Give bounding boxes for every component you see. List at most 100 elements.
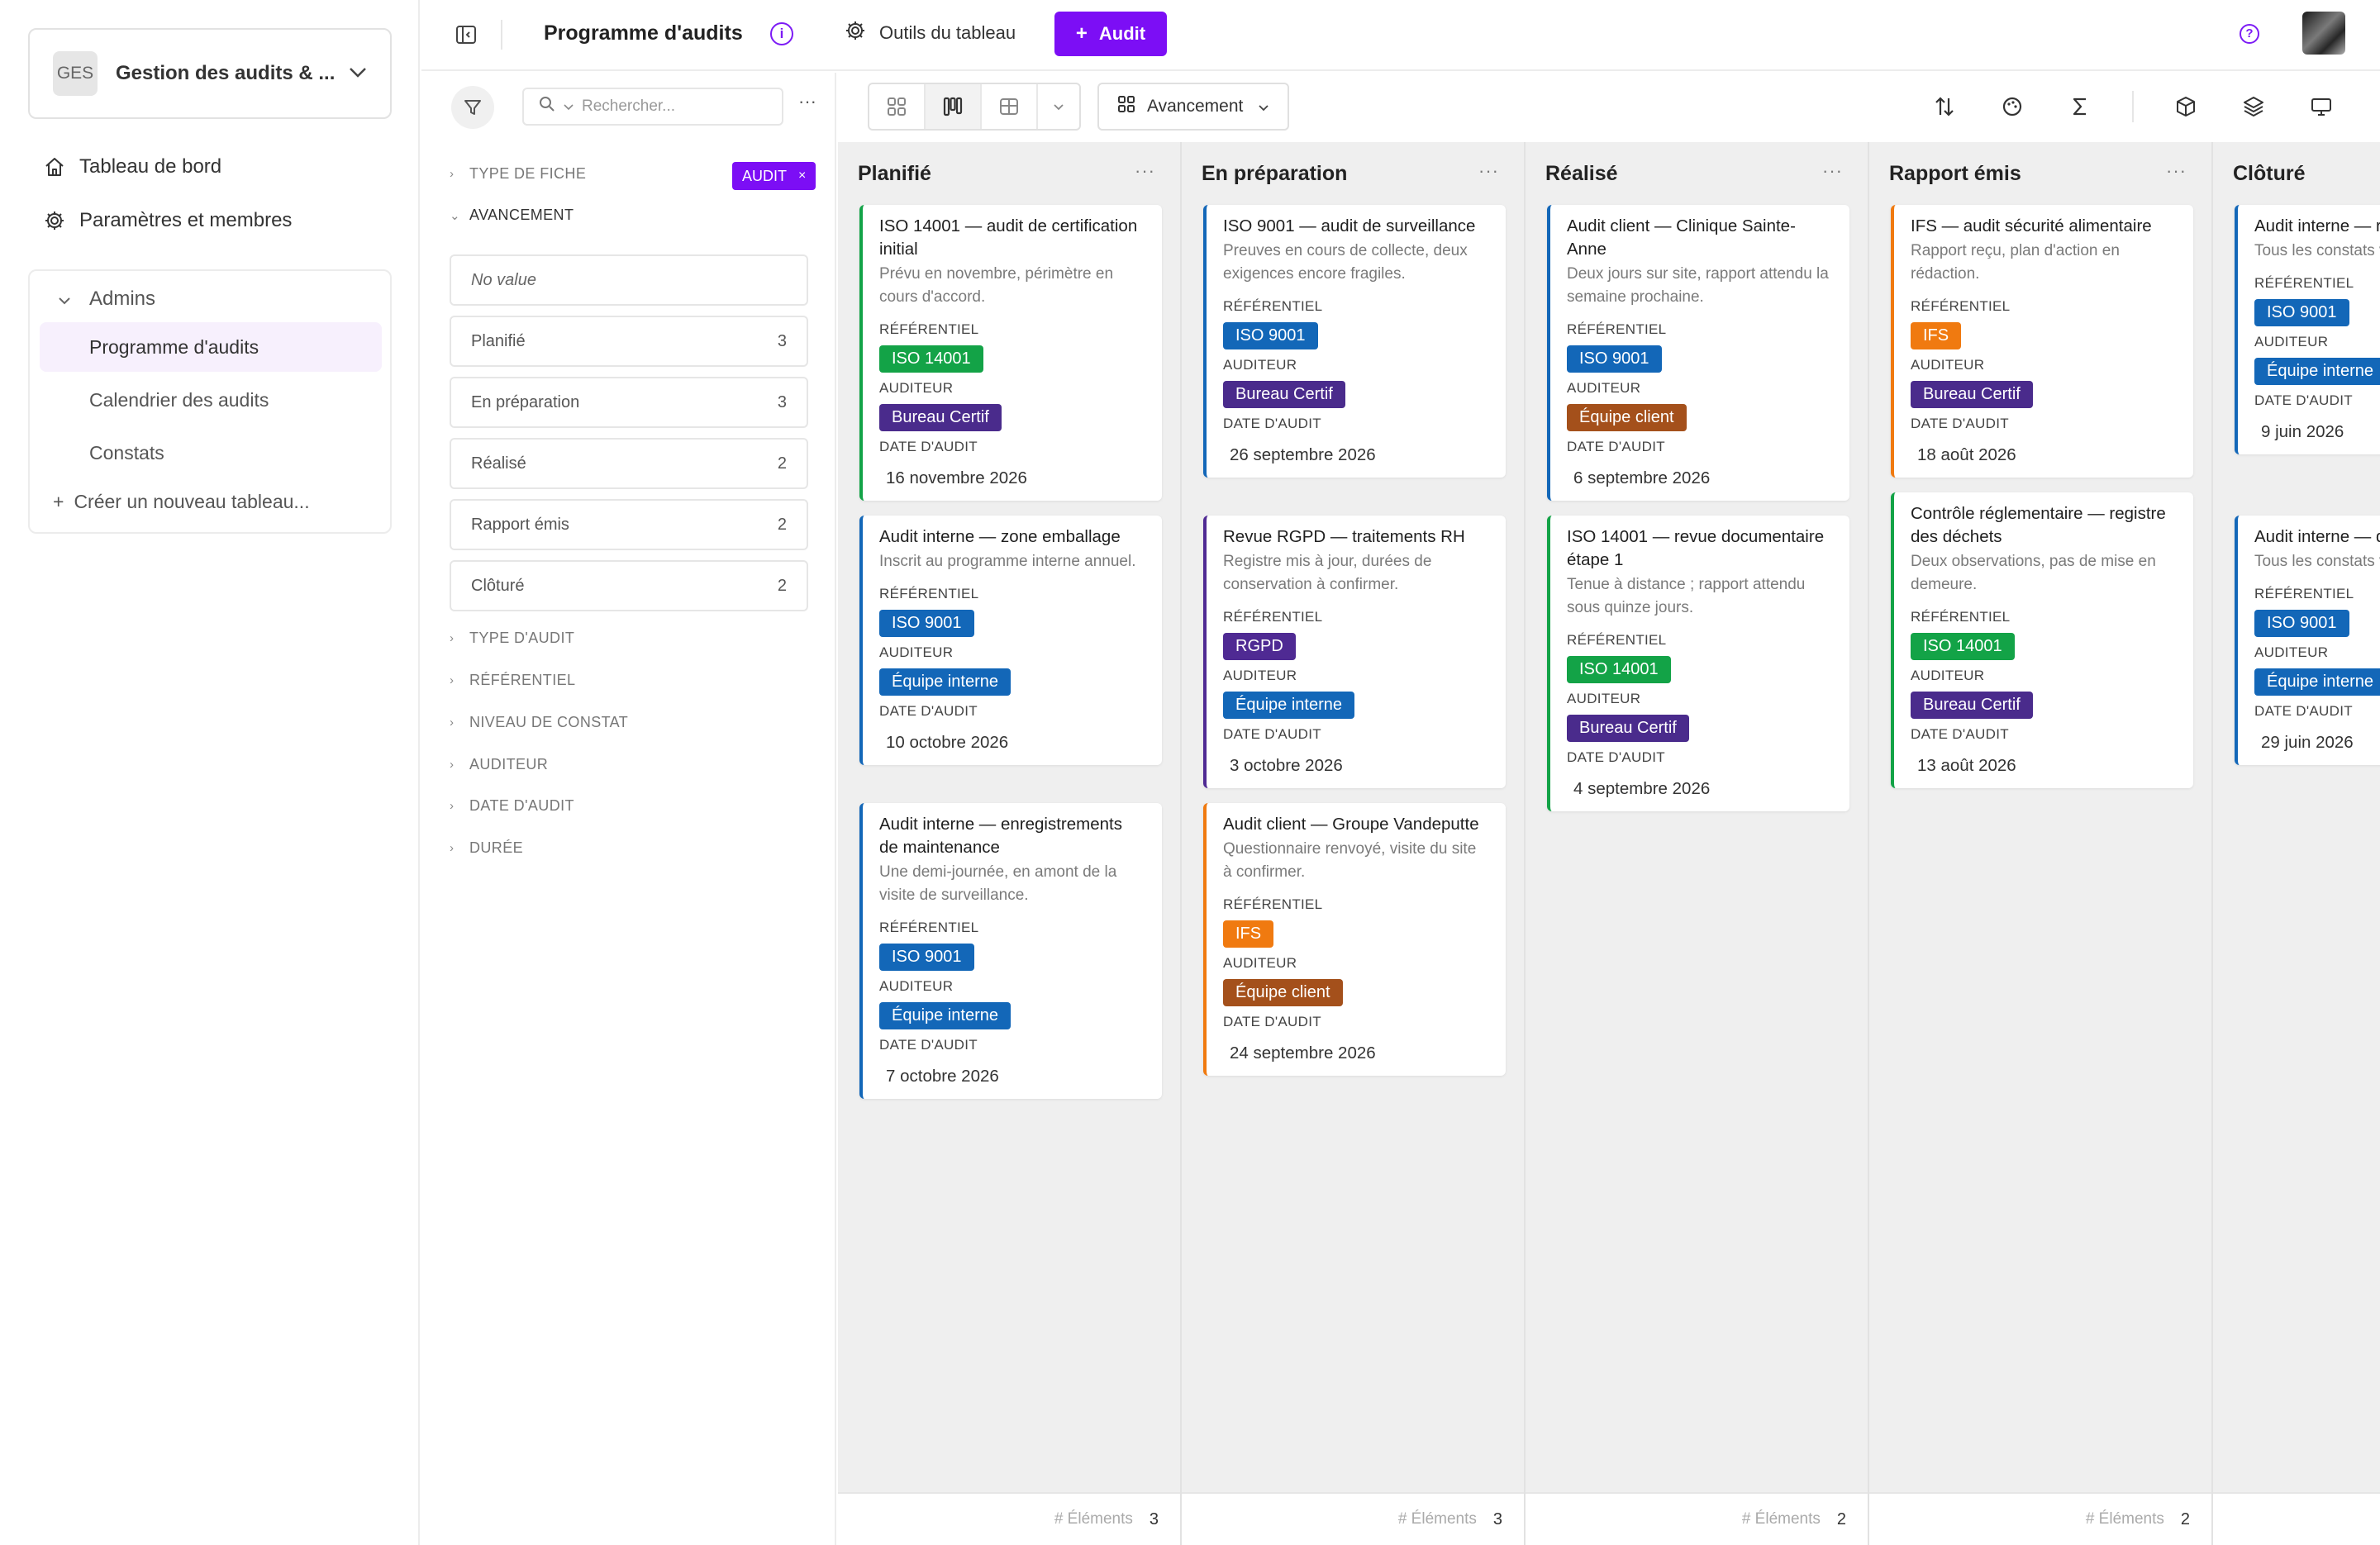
sidebar-toggle-icon[interactable] — [455, 23, 479, 48]
monitor-icon[interactable] — [2307, 93, 2335, 121]
nav-settings[interactable]: Paramètres et membres — [41, 207, 292, 234]
card-description: Deux observations, pas de mise en demeur… — [1911, 553, 2156, 593]
filter-icon[interactable] — [451, 86, 494, 129]
filter-section-date[interactable]: › DATE D'AUDIT — [450, 797, 574, 815]
column-more-menu[interactable]: ··· — [1135, 160, 1155, 182]
audit-card[interactable]: ISO 14001 — audit de certification initi… — [859, 205, 1162, 501]
filter-option[interactable]: Réalisé 2 — [450, 438, 808, 489]
filter-option[interactable]: Clôturé 2 — [450, 560, 808, 611]
filter-option[interactable]: Rapport émis 2 — [450, 499, 808, 550]
filter-section-auditeur[interactable]: › AUDITEUR — [450, 756, 548, 773]
board-toolbar: Avancement — [838, 73, 2380, 142]
card-description: Preuves en cours de collecte, deux exige… — [1223, 242, 1468, 283]
kanban-column: En préparation ··· # Éléments 3 ISO 9001 — a… — [1182, 142, 1526, 1545]
search-input[interactable]: Rechercher... — [522, 88, 783, 126]
add-audit-button[interactable]: + Audit — [1054, 12, 1167, 56]
column-more-menu[interactable]: ··· — [1822, 160, 1843, 182]
board-group: Admins Programme d'audits Calendrier des… — [28, 269, 392, 534]
date-label: DATE D'AUDIT — [1567, 749, 1665, 765]
board-item-constats[interactable]: Constats — [40, 428, 382, 478]
audit-date: 9 juin 2026 — [2261, 422, 2344, 441]
help-icon[interactable]: ? — [2240, 24, 2259, 44]
group-by-select[interactable]: Avancement — [1097, 83, 1290, 131]
audit-card[interactable]: Audit interne — zone emballage Inscrit au… — [859, 516, 1162, 765]
audit-date: 7 octobre 2026 — [886, 1067, 999, 1086]
column-more-menu[interactable]: ··· — [1478, 160, 1499, 182]
card-title: Audit client — Clinique Sainte-Anne — [1567, 216, 1796, 259]
active-filter-label: AUDIT — [742, 167, 787, 184]
group-header[interactable]: Admins — [58, 288, 155, 311]
referentiel-label: RÉFÉRENTIEL — [1223, 896, 1323, 912]
card-title: ISO 14001 — revue documentaire étape 1 — [1567, 527, 1825, 569]
audit-card[interactable]: Audit client — Clinique Sainte-Anne Deux … — [1547, 205, 1849, 501]
layers-icon[interactable] — [2240, 93, 2268, 121]
referentiel-label: RÉFÉRENTIEL — [1567, 632, 1667, 648]
group-by-icon — [1117, 95, 1135, 118]
audit-card[interactable]: Audit interne — documentaire Tous les con… — [2235, 516, 2380, 765]
filter-option[interactable]: No value — [450, 254, 808, 306]
table-view-icon[interactable] — [982, 84, 1038, 129]
filter-section-avancement[interactable]: ⌄ AVANCEMENT — [450, 207, 574, 224]
audit-date: 24 septembre 2026 — [1230, 1043, 1376, 1062]
referentiel-badge: ISO 9001 — [1223, 322, 1318, 349]
kanban-view-icon[interactable] — [926, 84, 982, 129]
workspace-avatar: GES — [53, 51, 98, 96]
board-item-calendrier[interactable]: Calendrier des audits — [40, 375, 382, 425]
chevron-down-icon[interactable] — [1038, 84, 1079, 129]
elements-count: 2 — [2180, 1509, 2190, 1528]
filter-section-referentiel[interactable]: › RÉFÉRENTIEL — [450, 672, 575, 689]
audit-card[interactable]: Revue RGPD — traitements RH Registre mis … — [1203, 516, 1506, 788]
filter-option[interactable]: En préparation 3 — [450, 377, 808, 428]
board-tools-button[interactable]: Outils du tableau — [845, 20, 1016, 46]
filter-section-duree[interactable]: › DURÉE — [450, 839, 523, 857]
audit-card[interactable]: Contrôle réglementaire — registre des dé… — [1891, 492, 2193, 788]
elements-count: 3 — [1149, 1509, 1159, 1528]
audit-card[interactable]: ISO 9001 — audit de surveillance Preuves … — [1203, 205, 1506, 478]
active-filter-tag[interactable]: AUDIT × — [732, 162, 816, 190]
filter-section-type-fiche[interactable]: › TYPE DE FICHE — [450, 165, 586, 183]
close-icon[interactable]: × — [798, 169, 806, 183]
sort-icon[interactable] — [1930, 93, 1959, 121]
filter-section-label: AVANCEMENT — [469, 207, 574, 223]
referentiel-badge: IFS — [1223, 920, 1274, 948]
filter-section-niveau[interactable]: › NIVEAU DE CONSTAT — [450, 714, 628, 731]
column-more-menu[interactable]: ··· — [2166, 160, 2187, 182]
card-description: Deux jours sur site, rapport attendu la … — [1567, 265, 1829, 306]
create-board-link[interactable]: + Créer un nouveau tableau... — [53, 491, 310, 513]
auditeur-label: AUDITEUR — [1567, 691, 1641, 706]
filter-option[interactable]: Planifié 3 — [450, 316, 808, 367]
filter-option-count: 2 — [777, 576, 787, 595]
info-icon[interactable]: i — [770, 22, 793, 45]
referentiel-label: RÉFÉRENTIEL — [2254, 586, 2354, 601]
user-avatar[interactable] — [2302, 12, 2345, 55]
filter-option-label: Planifié — [471, 331, 526, 350]
filter-option-label: En préparation — [471, 392, 580, 411]
board-item-programme[interactable]: Programme d'audits — [40, 322, 382, 372]
audit-date: 6 septembre 2026 — [1573, 468, 1711, 487]
auditeur-badge: Équipe interne — [879, 1002, 1011, 1029]
view-switcher — [868, 83, 1081, 131]
app-sidebar: GES Gestion des audits & ... Tableau de … — [0, 0, 420, 1545]
sum-icon[interactable] — [2066, 93, 2094, 121]
nav-dashboard[interactable]: Tableau de bord — [41, 154, 221, 180]
chevron-right-icon: › — [450, 841, 455, 855]
column-title: Rapport émis — [1889, 162, 2021, 185]
workspace-switcher[interactable]: GES Gestion des audits & ... — [28, 28, 392, 119]
chevron-right-icon: › — [450, 758, 455, 772]
chevron-down-icon — [58, 288, 71, 311]
audit-card[interactable]: ISO 14001 — revue documentaire étape 1 Te… — [1547, 516, 1849, 811]
filter-section-type-audit[interactable]: › TYPE D'AUDIT — [450, 630, 574, 647]
audit-card[interactable]: IFS — audit sécurité alimentaire Rapport … — [1891, 205, 2193, 478]
audit-date: 16 novembre 2026 — [886, 468, 1027, 487]
color-palette-icon[interactable] — [1998, 93, 2026, 121]
search-placeholder: Rechercher... — [582, 97, 675, 115]
audit-card[interactable]: Audit interne — réception Tous les consta… — [2235, 205, 2380, 454]
grid-view-icon[interactable] — [869, 84, 926, 129]
date-label: DATE D'AUDIT — [1911, 726, 2009, 742]
cube-icon[interactable] — [2172, 93, 2200, 121]
referentiel-label: RÉFÉRENTIEL — [879, 321, 979, 337]
filter-more-menu[interactable]: ··· — [798, 91, 816, 112]
elements-label: # Éléments — [2085, 1510, 2164, 1528]
audit-card[interactable]: Audit client — Groupe Vandeputte Question… — [1203, 803, 1506, 1076]
audit-card[interactable]: Audit interne — enregistrements de maint… — [859, 803, 1162, 1099]
